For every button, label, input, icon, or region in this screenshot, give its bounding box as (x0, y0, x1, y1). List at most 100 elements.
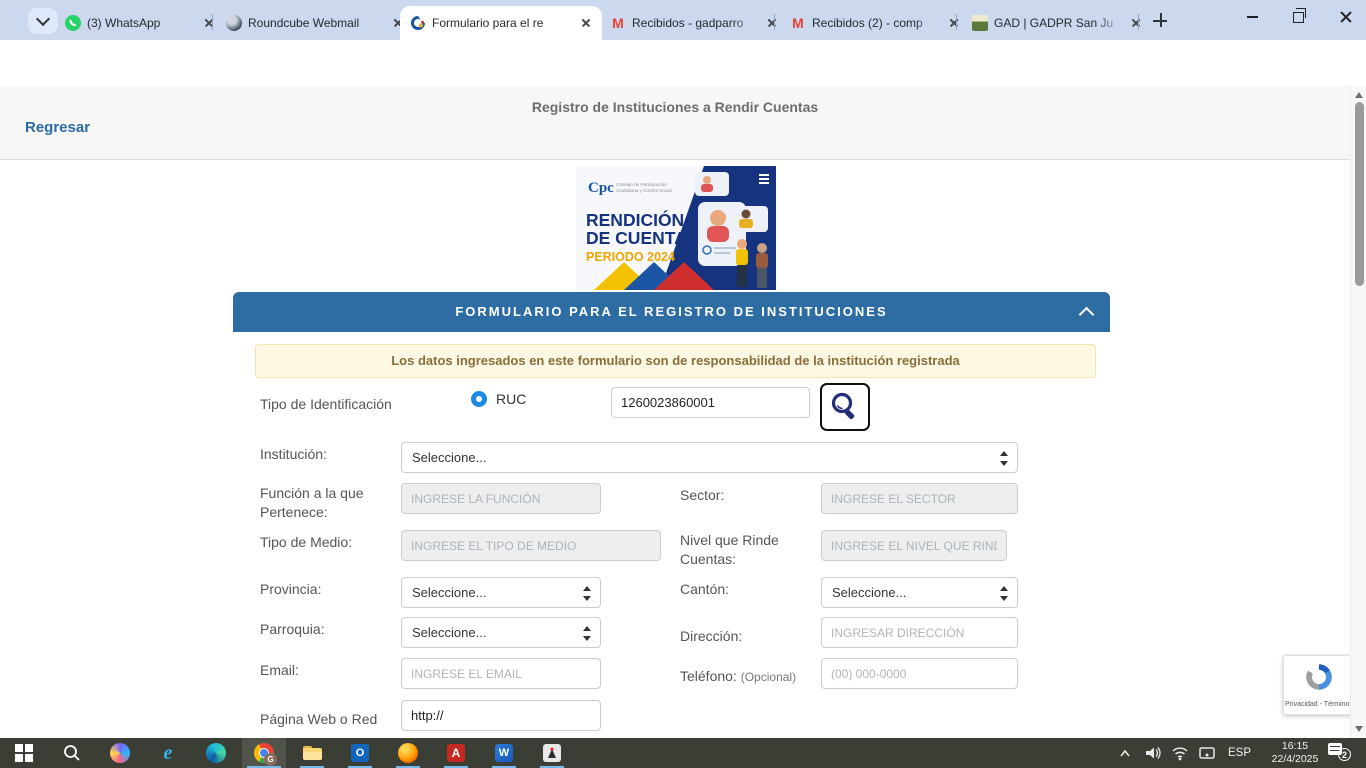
restore-icon (1293, 12, 1304, 23)
tab-gmail-1[interactable]: M Recibidos - gadparro (600, 6, 788, 40)
recaptcha-privacy-label[interactable]: Privacidad - Términos (1284, 701, 1354, 708)
page-title: Registro de Instituciones a Rendir Cuent… (0, 99, 1350, 115)
language-indicator[interactable]: ESP (1228, 738, 1251, 768)
close-window-button[interactable] (1326, 0, 1366, 34)
taskbar-ie-button[interactable]: e (146, 738, 190, 768)
canton-label: Cantón: (680, 580, 729, 599)
tab-formulario-active[interactable]: Formulario para el re (400, 6, 602, 40)
select-arrows-icon (1000, 451, 1008, 466)
select-arrows-icon (583, 626, 591, 641)
svg-text:DE CUENTAS: DE CUENTAS (586, 228, 698, 248)
notification-count-badge[interactable]: 2 (1338, 748, 1351, 761)
taskbar-copilot-button[interactable] (98, 738, 142, 768)
svg-text:Ciudadana y Control Social: Ciudadana y Control Social (616, 188, 672, 193)
canton-select-value: Seleccione... (832, 585, 906, 600)
search-ruc-button[interactable] (820, 383, 870, 431)
java-app-icon (543, 744, 561, 762)
tipo-identificacion-label: Tipo de Identificación (260, 395, 392, 414)
tray-date: 22/4/2025 (1262, 753, 1328, 766)
tab-title: (3) WhatsApp (87, 16, 195, 30)
minimize-button[interactable] (1232, 0, 1272, 34)
institucion-label: Institución: (260, 445, 327, 464)
scrollbar-up-icon[interactable] (1355, 92, 1363, 98)
institucion-select[interactable]: Seleccione... (401, 442, 1018, 473)
file-explorer-icon (303, 746, 322, 760)
pagina-web-label: Página Web o Red (260, 710, 377, 729)
restore-button[interactable] (1278, 0, 1318, 34)
web-page: Registro de Instituciones a Rendir Cuent… (0, 86, 1366, 738)
gmail-icon: M (790, 15, 806, 31)
tab-title: Formulario para el re (432, 16, 572, 30)
chevron-up-icon (1118, 738, 1132, 768)
pagina-web-input[interactable] (401, 700, 601, 731)
email-input[interactable] (401, 658, 601, 689)
email-label: Email: (260, 661, 299, 680)
scrollbar-thumb[interactable] (1355, 102, 1364, 286)
tipo-medio-input (401, 530, 661, 561)
close-icon[interactable] (201, 15, 217, 31)
page-scrollbar[interactable] (1350, 86, 1366, 738)
ruc-radio[interactable] (471, 391, 487, 407)
tab-search-button[interactable] (28, 8, 58, 34)
parroquia-select[interactable]: Seleccione... (401, 617, 601, 648)
new-tab-button[interactable] (1150, 10, 1172, 32)
close-icon[interactable] (946, 15, 962, 31)
taskbar-firefox-button[interactable] (386, 738, 430, 768)
firefox-icon (398, 743, 418, 763)
ruc-input[interactable] (611, 387, 810, 418)
close-icon[interactable] (764, 15, 780, 31)
canton-select[interactable]: Seleccione... (821, 577, 1018, 608)
connect-display-icon[interactable] (1196, 738, 1220, 768)
provincia-label: Provincia: (260, 580, 321, 599)
page-header-bar: Registro de Instituciones a Rendir Cuent… (0, 86, 1350, 160)
taskbar-explorer-button[interactable] (290, 738, 334, 768)
start-button[interactable] (2, 738, 46, 768)
taskbar-clock[interactable]: 16:15 22/4/2025 (1262, 740, 1328, 766)
tab-gmail-2[interactable]: M Recibidos (2) - comp (780, 6, 970, 40)
institucion-select-value: Seleccione... (412, 450, 486, 465)
browser-toolbar: ← → ↻ systempro.cpccs.gob.ec/rendicioncu… (0, 40, 1366, 86)
scrollbar-down-icon[interactable] (1355, 726, 1363, 732)
taskbar-outlook-button[interactable]: O (338, 738, 382, 768)
provincia-select[interactable]: Seleccione... (401, 577, 601, 608)
tab-title: GAD | GADPR San Ju (994, 16, 1122, 30)
tipo-medio-label: Tipo de Medio: (260, 533, 352, 552)
telefono-opcional: (Opcional) (741, 670, 796, 684)
chrome-icon: G (254, 743, 274, 763)
svg-text:RENDICIÓN: RENDICIÓN (586, 209, 684, 230)
regresar-link[interactable]: Regresar (25, 119, 90, 136)
taskbar-word-button[interactable]: W (482, 738, 526, 768)
tray-expand-button[interactable] (1118, 738, 1136, 768)
provincia-select-value: Seleccione... (412, 585, 486, 600)
tab-title: Recibidos (2) - comp (812, 16, 940, 30)
taskbar-acrobat-button[interactable]: A (434, 738, 478, 768)
select-arrows-icon (1000, 586, 1008, 601)
taskbar-chrome-button[interactable]: G (242, 738, 286, 768)
parroquia-select-value: Seleccione... (412, 625, 486, 640)
tab-whatsapp[interactable]: (3) WhatsApp (55, 6, 225, 40)
tab-title: Roundcube Webmail (248, 16, 384, 30)
taskbar-edge-button[interactable] (194, 738, 238, 768)
telefono-input[interactable] (821, 658, 1018, 689)
funcion-input (401, 483, 601, 514)
recaptcha-badge[interactable]: Privacidad - Términos (1283, 655, 1355, 715)
search-icon (62, 743, 82, 763)
ruc-radio-label: RUC (496, 390, 526, 409)
close-icon[interactable] (1128, 15, 1144, 31)
direccion-input[interactable] (821, 617, 1018, 648)
tab-separator (212, 14, 213, 30)
tab-gad[interactable]: GAD | GADPR San Ju (962, 6, 1152, 40)
tab-roundcube[interactable]: Roundcube Webmail (216, 6, 414, 40)
roundcube-icon (226, 15, 242, 31)
nivel-input (821, 530, 1007, 561)
parroquia-label: Parroquia: (260, 620, 325, 639)
outlook-icon: O (351, 744, 369, 762)
volume-icon[interactable] (1142, 738, 1164, 768)
wifi-icon[interactable] (1170, 738, 1192, 768)
close-icon[interactable] (578, 15, 594, 31)
taskbar-search-button[interactable] (50, 738, 94, 768)
browser-tab-strip: (3) WhatsApp Roundcube Webmail Formulari… (0, 0, 1366, 40)
taskbar-java-app-button[interactable] (530, 738, 574, 768)
rendicion-banner-image: Cpc Consejo de Participación Ciudadana y… (576, 166, 776, 290)
form-panel-header[interactable]: FORMULARIO PARA EL REGISTRO DE INSTITUCI… (233, 292, 1110, 332)
